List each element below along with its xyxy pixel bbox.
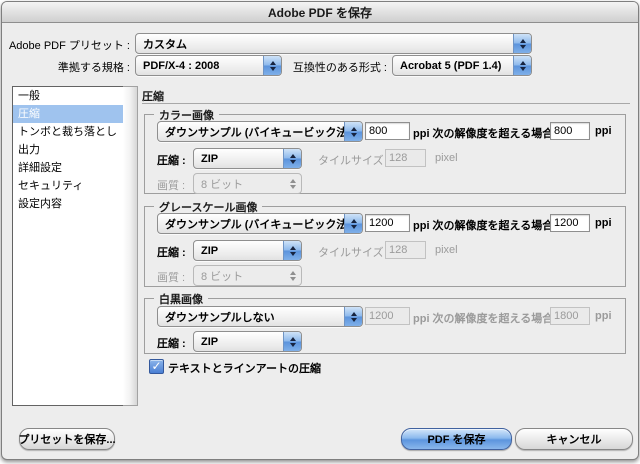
save-preset-button-label: プリセットを保存... xyxy=(18,431,115,447)
color-between-label: ppi 次の解像度を超える場合 xyxy=(413,125,553,141)
popup-arrows-icon xyxy=(513,34,531,53)
cancel-button-label: キャンセル xyxy=(547,431,602,447)
monochrome-sampling-select[interactable]: ダウンサンプルしない xyxy=(157,306,363,327)
preset-value: カスタム xyxy=(136,36,513,52)
color-images-group: カラー画像 ダウンサンプル (バイキュービック法) ppi 次の解像度を超える場… xyxy=(144,114,626,194)
color-ppi-label: ppi xyxy=(595,125,612,137)
popup-arrows-icon xyxy=(344,122,362,141)
monochrome-compression-label: 圧縮 : xyxy=(157,335,186,351)
monochrome-ppi-label: ppi xyxy=(595,310,612,322)
popup-arrows-icon xyxy=(513,56,531,75)
color-tile-label: タイルサイズ : xyxy=(318,152,381,168)
save-pdf-button-label: PDF を保存 xyxy=(427,431,485,447)
grayscale-quality-value: 8 ビット xyxy=(194,268,284,284)
grayscale-threshold-input[interactable] xyxy=(550,214,590,232)
monochrome-threshold-input xyxy=(550,307,590,325)
monochrome-images-group: 白黒画像 ダウンサンプルしない ppi 次の解像度を超える場合 ppi 圧縮 :… xyxy=(144,298,626,354)
grayscale-sampling-select[interactable]: ダウンサンプル (バイキュービック法) xyxy=(157,213,363,234)
panel-separator xyxy=(142,103,630,104)
color-quality-select: 8 ビット xyxy=(193,173,302,194)
monochrome-compression-select[interactable]: ZIP xyxy=(193,331,302,352)
sidebar-item[interactable]: 詳細設定 xyxy=(13,159,123,177)
standard-label: 準拠する規格 : xyxy=(2,59,130,75)
popup-arrows-icon xyxy=(344,307,362,326)
grayscale-compression-value: ZIP xyxy=(194,245,283,257)
standard-value: PDF/X-4 : 2008 xyxy=(136,60,263,72)
cancel-button[interactable]: キャンセル xyxy=(515,428,633,450)
color-threshold-input[interactable] xyxy=(550,122,590,140)
grayscale-quality-select: 8 ビット xyxy=(193,265,302,286)
popup-arrows-icon xyxy=(344,214,362,233)
color-resolution-input[interactable] xyxy=(365,122,410,140)
sidebar-item[interactable]: 出力 xyxy=(13,141,123,159)
compress-text-lineart-label: テキストとラインアートの圧縮 xyxy=(168,360,321,376)
color-tile-input xyxy=(385,149,426,167)
grayscale-compression-select[interactable]: ZIP xyxy=(193,240,302,261)
dialog-title: Adobe PDF を保存 xyxy=(268,4,372,21)
grayscale-tile-input xyxy=(385,241,426,259)
color-sampling-value: ダウンサンプル (バイキュービック法) xyxy=(158,124,344,140)
compatibility-label: 互換性のある形式 : xyxy=(282,59,387,75)
grayscale-compression-label: 圧縮 : xyxy=(157,244,186,260)
sidebar-item[interactable]: 圧縮 xyxy=(13,105,123,123)
monochrome-resolution-input xyxy=(365,307,410,325)
settings-list-scrollbar[interactable] xyxy=(123,86,138,406)
color-compression-value: ZIP xyxy=(194,153,283,165)
color-quality-value: 8 ビット xyxy=(194,176,284,192)
save-pdf-button[interactable]: PDF を保存 xyxy=(401,428,512,450)
popup-arrows-icon xyxy=(283,332,301,351)
sidebar-item[interactable]: トンボと裁ち落とし xyxy=(13,123,123,141)
color-sampling-select[interactable]: ダウンサンプル (バイキュービック法) xyxy=(157,121,363,142)
popup-arrows-icon xyxy=(263,56,281,75)
standard-select[interactable]: PDF/X-4 : 2008 xyxy=(135,55,282,76)
grayscale-resolution-input[interactable] xyxy=(365,214,410,232)
monochrome-sampling-value: ダウンサンプルしない xyxy=(158,309,344,325)
color-quality-label: 画質 : xyxy=(157,177,185,193)
popup-arrows-icon xyxy=(284,174,301,193)
save-adobe-pdf-dialog: Adobe PDF を保存 Adobe PDF プリセット : カスタム 準拠す… xyxy=(1,1,639,460)
settings-list: 一般圧縮トンボと裁ち落とし出力詳細設定セキュリティ設定内容 xyxy=(12,86,124,406)
popup-arrows-icon xyxy=(283,149,301,168)
panel-title: 圧縮 xyxy=(142,88,164,104)
sidebar-item[interactable]: 設定内容 xyxy=(13,195,123,213)
compatibility-select[interactable]: Acrobat 5 (PDF 1.4) xyxy=(392,55,532,76)
color-pixel-label: pixel xyxy=(435,152,458,164)
grayscale-between-label: ppi 次の解像度を超える場合 xyxy=(413,217,553,233)
color-compression-select[interactable]: ZIP xyxy=(193,148,302,169)
grayscale-quality-label: 画質 : xyxy=(157,269,185,285)
preset-select[interactable]: カスタム xyxy=(135,33,532,54)
monochrome-images-legend: 白黒画像 xyxy=(154,291,208,307)
grayscale-sampling-value: ダウンサンプル (バイキュービック法) xyxy=(158,216,344,232)
save-preset-button[interactable]: プリセットを保存... xyxy=(19,428,115,450)
grayscale-tile-label: タイルサイズ : xyxy=(318,244,381,260)
grayscale-ppi-label: ppi xyxy=(595,217,612,229)
grayscale-pixel-label: pixel xyxy=(435,244,458,256)
popup-arrows-icon xyxy=(284,266,301,285)
monochrome-compression-value: ZIP xyxy=(194,336,283,348)
grayscale-images-group: グレースケール画像 ダウンサンプル (バイキュービック法) ppi 次の解像度を… xyxy=(144,206,626,287)
compatibility-value: Acrobat 5 (PDF 1.4) xyxy=(393,60,513,72)
title-bar[interactable]: Adobe PDF を保存 xyxy=(2,2,638,23)
monochrome-between-label: ppi 次の解像度を超える場合 xyxy=(413,310,553,326)
color-compression-label: 圧縮 : xyxy=(157,152,186,168)
popup-arrows-icon xyxy=(283,241,301,260)
preset-label: Adobe PDF プリセット : xyxy=(2,37,130,53)
checkbox-check-icon: ✓ xyxy=(151,359,161,373)
sidebar-item[interactable]: セキュリティ xyxy=(13,177,123,195)
compress-text-lineart-checkbox[interactable]: ✓ xyxy=(149,359,164,374)
sidebar-item[interactable]: 一般 xyxy=(13,87,123,105)
